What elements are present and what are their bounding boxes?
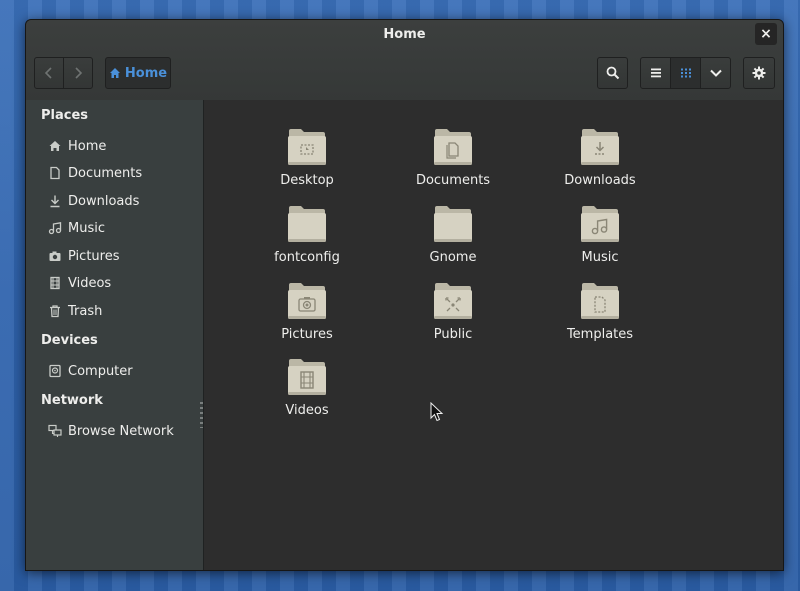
search-icon <box>606 66 619 80</box>
sidebar-item-label: Browse Network <box>68 423 174 439</box>
folder-item-fontconfig[interactable]: fontconfig <box>247 204 367 265</box>
sidebar-item-music[interactable]: Music <box>48 216 105 240</box>
folder-pictures-icon <box>288 283 326 319</box>
folder-item-label: Pictures <box>281 327 333 342</box>
sidebar-item-label: Music <box>68 220 105 236</box>
folder-videos-icon <box>288 359 326 395</box>
folder-icon <box>434 206 472 242</box>
document-icon <box>50 166 60 180</box>
sidebar-item-videos[interactable]: Videos <box>48 271 111 295</box>
folder-item-label: Gnome <box>429 250 477 265</box>
back-button[interactable] <box>35 58 63 88</box>
folder-downloads-icon <box>581 129 619 165</box>
trash-icon <box>50 305 60 318</box>
list-view-icon <box>650 68 661 78</box>
settings-button[interactable] <box>744 58 774 88</box>
places-section-title: Places <box>41 108 89 123</box>
chevron-left-icon <box>44 67 52 79</box>
network-section-title: Network <box>41 393 103 408</box>
sidebar-item-trash[interactable]: Trash <box>48 299 102 323</box>
sidebar-item-label: Videos <box>68 275 112 291</box>
sidebar-item-downloads[interactable]: Downloads <box>48 189 139 213</box>
folder-item-music[interactable]: Music <box>540 204 660 265</box>
chevron-right-icon <box>75 67 83 79</box>
close-icon: × <box>760 26 772 42</box>
close-button[interactable]: × <box>755 23 777 45</box>
sidebar-item-label: Documents <box>68 165 143 181</box>
settings-button-group <box>743 57 775 89</box>
folder-item-videos[interactable]: Videos <box>247 357 367 418</box>
folder-item-downloads[interactable]: Downloads <box>540 127 660 188</box>
folder-item-label: Music <box>581 250 619 265</box>
path-bar-label: Home <box>124 65 168 81</box>
file-manager-window: Home × Home Places Home Documents Downlo… <box>25 19 784 571</box>
folder-item-label: Public <box>433 327 473 342</box>
folder-item-label: Templates <box>566 327 634 342</box>
gear-icon <box>752 66 766 80</box>
folder-item-label: Desktop <box>280 173 334 188</box>
folder-item-gnome[interactable]: Gnome <box>393 204 513 265</box>
mouse-cursor-icon <box>430 402 444 422</box>
folder-templates-icon <box>581 283 619 319</box>
film-icon <box>50 276 60 290</box>
path-bar-home-button[interactable]: Home <box>105 57 171 89</box>
folder-item-label: Documents <box>415 173 491 188</box>
places-sidebar: Places Home Documents Downloads Music Pi… <box>26 100 204 570</box>
sidebar-item-home[interactable]: Home <box>48 134 106 158</box>
folder-icon <box>288 206 326 242</box>
window-title: Home <box>383 27 426 42</box>
folder-music-icon <box>581 206 619 242</box>
folder-item-label: Downloads <box>564 173 636 188</box>
grid-view-button[interactable] <box>670 58 700 88</box>
view-options-button[interactable] <box>700 58 730 88</box>
navigation-buttons <box>34 57 93 89</box>
search-button-group <box>597 57 628 89</box>
sidebar-item-label: Computer <box>68 363 133 379</box>
sidebar-item-label: Home <box>68 138 107 154</box>
devices-section-title: Devices <box>41 333 98 348</box>
folder-item-pictures[interactable]: Pictures <box>247 281 367 342</box>
sidebar-item-label: Pictures <box>68 248 120 264</box>
sidebar-item-pictures[interactable]: Pictures <box>48 244 119 268</box>
sidebar-item-label: Downloads <box>68 193 140 209</box>
download-icon <box>50 195 60 208</box>
folder-item-label: fontconfig <box>274 250 340 265</box>
home-icon <box>49 141 61 151</box>
folder-item-templates[interactable]: Templates <box>540 281 660 342</box>
search-button[interactable] <box>598 58 627 88</box>
folder-public-icon <box>434 283 472 319</box>
folder-item-label: Videos <box>285 403 329 418</box>
folder-desktop-icon <box>288 129 326 165</box>
camera-icon <box>49 251 61 261</box>
file-grid-view: Desktop Documents Downloads fontconfig G… <box>204 100 783 570</box>
folder-item-documents[interactable]: Documents <box>393 127 513 188</box>
network-icon <box>48 424 62 437</box>
sidebar-item-documents[interactable]: Documents <box>48 161 142 185</box>
music-icon <box>48 222 62 235</box>
header-bar: Home × Home <box>26 20 783 101</box>
forward-button[interactable] <box>63 58 92 88</box>
sidebar-item-browse-network[interactable]: Browse Network <box>48 419 174 443</box>
drive-icon <box>49 364 61 378</box>
folder-documents-icon <box>434 129 472 165</box>
list-view-button[interactable] <box>641 58 670 88</box>
sidebar-resize-handle[interactable] <box>200 402 203 428</box>
view-buttons <box>640 57 731 89</box>
home-icon <box>109 68 120 78</box>
chevron-down-icon <box>709 69 722 77</box>
folder-item-desktop[interactable]: Desktop <box>247 127 367 188</box>
sidebar-item-computer[interactable]: Computer <box>48 359 133 383</box>
sidebar-item-label: Trash <box>68 303 103 319</box>
grid-view-icon <box>680 68 691 78</box>
folder-item-public[interactable]: Public <box>393 281 513 342</box>
